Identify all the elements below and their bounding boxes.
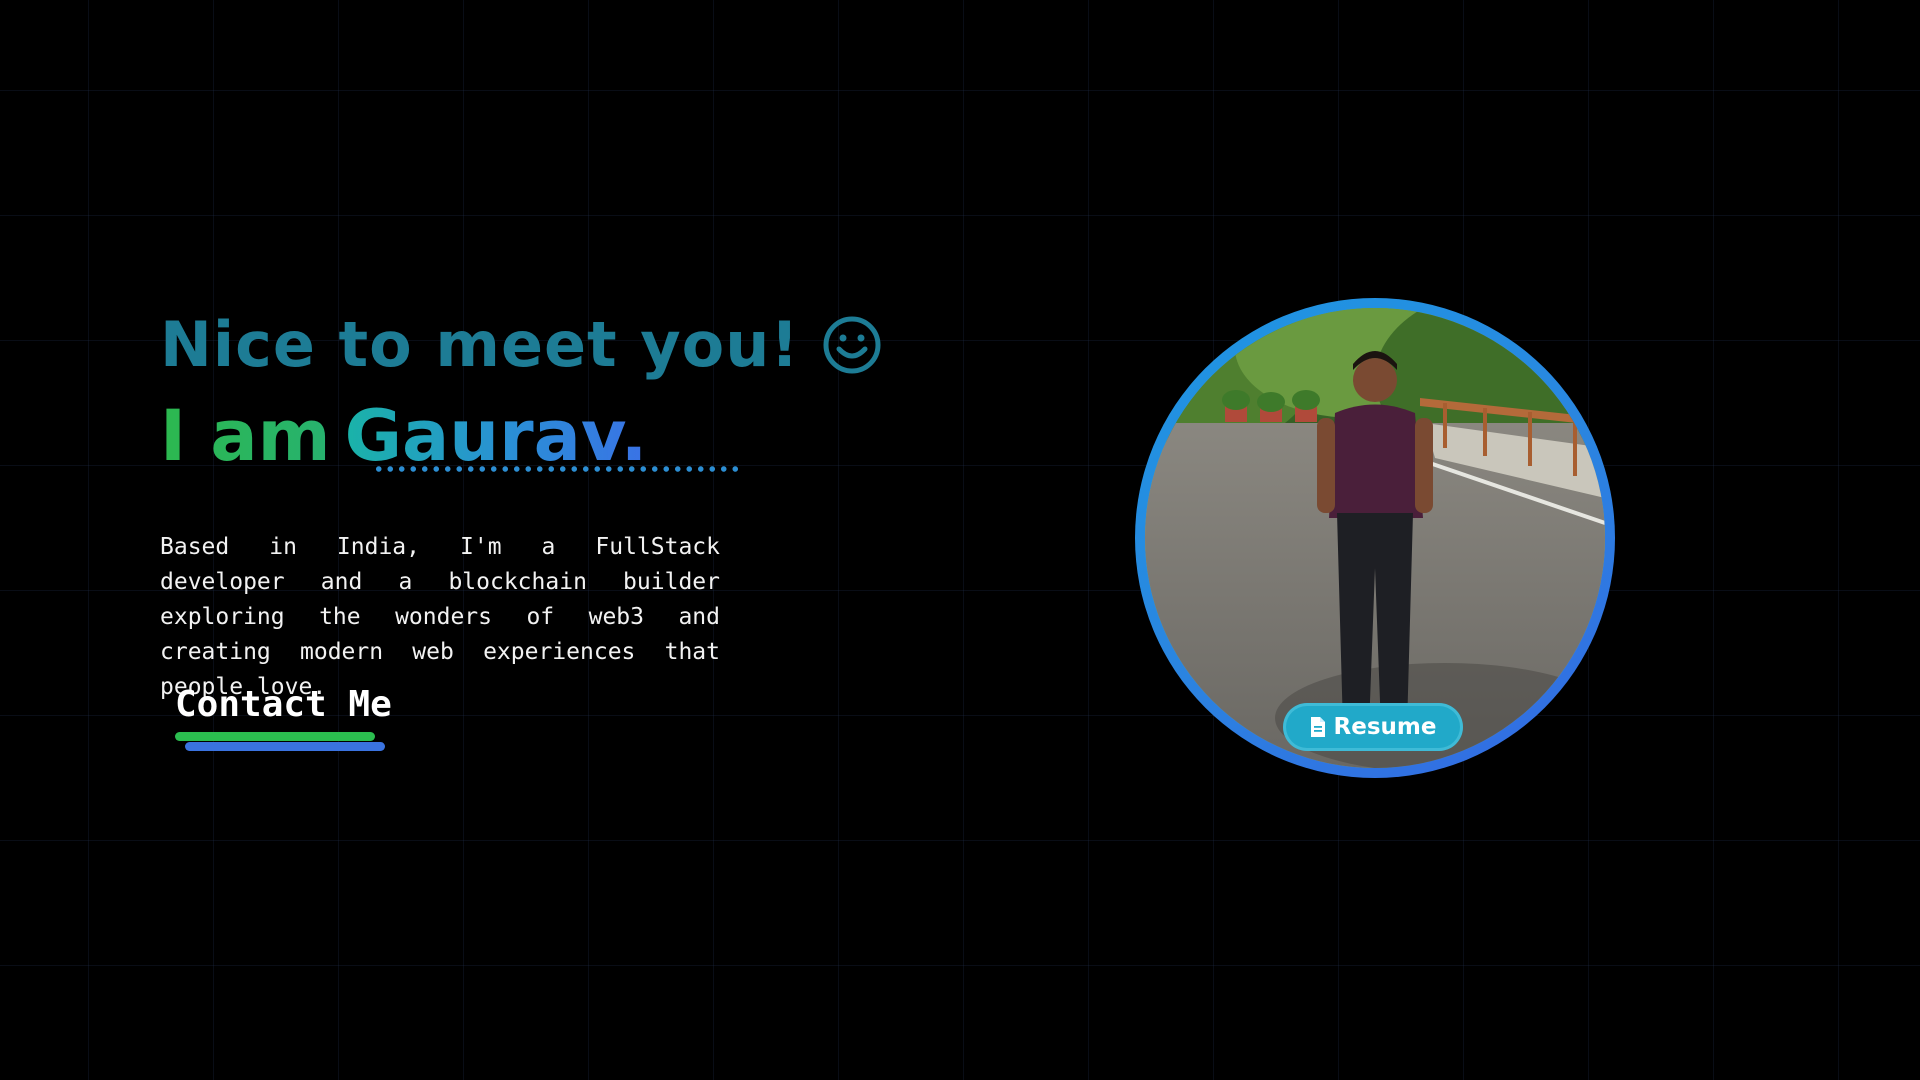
intro-prefix: I am — [160, 395, 331, 477]
profile-photo — [1145, 308, 1605, 768]
contact-underline-blue — [185, 742, 385, 751]
page-background: Nice to meet you! I am Gaurav. Based in I… — [0, 0, 1920, 1080]
document-icon — [1310, 717, 1325, 737]
bio-text: Based in India, I'm a FullStack develope… — [160, 534, 720, 700]
contact-me-button[interactable]: Contact Me — [175, 684, 392, 725]
resume-button[interactable]: Resume — [1283, 703, 1463, 751]
name-dotted-underline — [373, 465, 743, 473]
smiley-face-icon — [823, 316, 881, 373]
contact-underline-green — [175, 732, 375, 741]
greeting-text: Nice to meet you! — [160, 308, 800, 381]
greeting-heading: Nice to meet you! — [160, 308, 882, 381]
resume-label: Resume — [1333, 714, 1437, 740]
